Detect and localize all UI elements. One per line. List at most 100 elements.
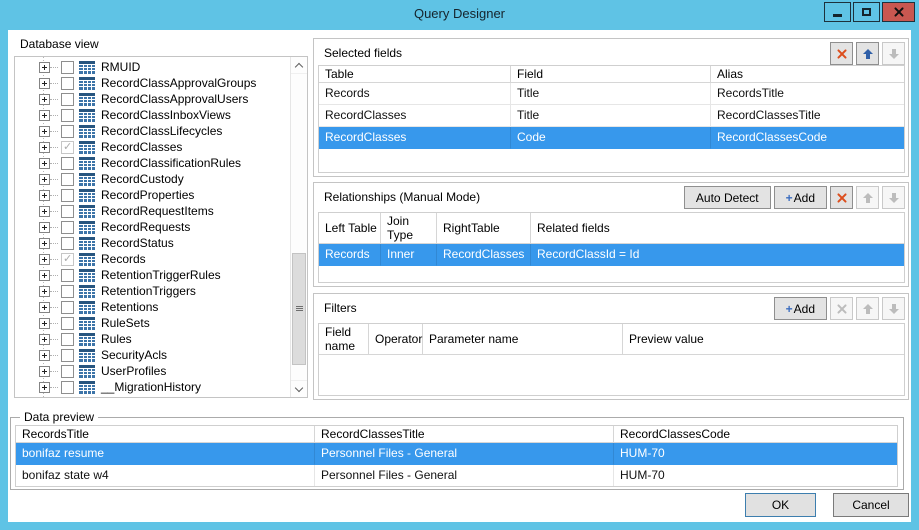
expand-icon[interactable]: [39, 110, 50, 121]
table-checkbox[interactable]: [61, 285, 74, 298]
database-table-item[interactable]: RecordClassApprovalUsers: [15, 91, 290, 107]
table-checkbox[interactable]: [61, 269, 74, 282]
column-header-join-type[interactable]: Join Type: [381, 213, 437, 244]
expand-icon[interactable]: [39, 78, 50, 89]
scroll-thumb[interactable]: [292, 253, 306, 365]
database-table-item[interactable]: RecordClassApprovalGroups: [15, 75, 290, 91]
selected-field-row[interactable]: RecordClasses Code RecordClassesCode: [319, 127, 904, 149]
move-field-down-button[interactable]: [882, 42, 905, 65]
database-table-item[interactable]: SecurityAcls: [15, 347, 290, 363]
column-header-parameter-name[interactable]: Parameter name: [423, 324, 623, 355]
database-table-item[interactable]: RecordClasses: [15, 139, 290, 155]
database-table-item[interactable]: Records: [15, 251, 290, 267]
minimize-button[interactable]: [824, 2, 851, 22]
titlebar[interactable]: Query Designer: [0, 0, 919, 30]
delete-field-button[interactable]: [830, 42, 853, 65]
database-table-item[interactable]: RMUID: [15, 59, 290, 75]
delete-relationship-button[interactable]: [830, 186, 853, 209]
column-header-field-name[interactable]: Field name: [319, 324, 369, 355]
table-checkbox[interactable]: [61, 125, 74, 138]
column-header-preview-value[interactable]: Preview value: [623, 324, 904, 355]
database-table-item[interactable]: RetentionTriggerRules: [15, 267, 290, 283]
table-checkbox[interactable]: [61, 157, 74, 170]
table-checkbox[interactable]: [61, 221, 74, 234]
table-checkbox[interactable]: [61, 365, 74, 378]
selected-field-row[interactable]: Records Title RecordsTitle: [319, 83, 904, 105]
database-table-item[interactable]: Rules: [15, 331, 290, 347]
column-header-operator[interactable]: Operator: [369, 324, 423, 355]
database-table-item[interactable]: RecordClassificationRules: [15, 155, 290, 171]
add-relationship-button[interactable]: +Add: [774, 186, 827, 209]
table-checkbox[interactable]: [61, 173, 74, 186]
scroll-down-button[interactable]: [291, 380, 307, 397]
column-header-alias[interactable]: Alias: [711, 66, 904, 83]
add-filter-button[interactable]: +Add: [774, 297, 827, 320]
table-checkbox[interactable]: [61, 301, 74, 314]
table-checkbox[interactable]: [61, 397, 74, 398]
table-checkbox[interactable]: [61, 381, 74, 394]
move-relationship-down-button[interactable]: [882, 186, 905, 209]
move-field-up-button[interactable]: [856, 42, 879, 65]
database-table-item[interactable]: UserProfiles: [15, 363, 290, 379]
move-relationship-up-button[interactable]: [856, 186, 879, 209]
column-header-related-fields[interactable]: Related fields: [531, 213, 904, 244]
column-header-field[interactable]: Field: [511, 66, 711, 83]
table-checkbox[interactable]: [61, 77, 74, 90]
database-table-item[interactable]: RecordClassInboxViews: [15, 107, 290, 123]
column-header-table[interactable]: Table: [319, 66, 511, 83]
database-table-item[interactable]: RetentionTriggers: [15, 283, 290, 299]
expand-icon[interactable]: [39, 302, 50, 313]
database-table-item[interactable]: RecordRequests: [15, 219, 290, 235]
column-header-records-title[interactable]: RecordsTitle: [16, 426, 315, 443]
table-checkbox[interactable]: [61, 317, 74, 330]
expand-icon[interactable]: [39, 62, 50, 73]
database-table-item[interactable]: RecordClassLifecycles: [15, 123, 290, 139]
expand-icon[interactable]: [39, 222, 50, 233]
table-checkbox[interactable]: [61, 349, 74, 362]
expand-icon[interactable]: [39, 382, 50, 393]
table-checkbox[interactable]: [61, 237, 74, 250]
data-preview-row[interactable]: bonifaz resume Personnel Files - General…: [16, 443, 897, 465]
column-header-right-table[interactable]: RightTable: [437, 213, 531, 244]
expand-icon[interactable]: [39, 190, 50, 201]
column-header-record-classes-code[interactable]: RecordClassesCode: [614, 426, 897, 443]
move-filter-up-button[interactable]: [856, 297, 879, 320]
expand-icon[interactable]: [39, 206, 50, 217]
table-checkbox[interactable]: [61, 109, 74, 122]
expand-icon[interactable]: [39, 94, 50, 105]
relationship-row[interactable]: Records Inner RecordClasses RecordClassI…: [319, 244, 904, 266]
auto-detect-button[interactable]: Auto Detect: [684, 186, 771, 209]
tree-scrollbar[interactable]: [290, 57, 307, 397]
expand-icon[interactable]: [39, 238, 50, 249]
table-checkbox[interactable]: [61, 141, 74, 154]
expand-icon[interactable]: [39, 174, 50, 185]
selected-field-row[interactable]: RecordClasses Title RecordClassesTitle: [319, 105, 904, 127]
table-checkbox[interactable]: [61, 61, 74, 74]
expand-icon[interactable]: [39, 334, 50, 345]
expand-icon[interactable]: [39, 350, 50, 361]
table-checkbox[interactable]: [61, 253, 74, 266]
expand-icon[interactable]: [39, 126, 50, 137]
expand-icon[interactable]: [39, 254, 50, 265]
cancel-button[interactable]: Cancel: [833, 493, 909, 517]
scroll-up-button[interactable]: [291, 57, 307, 74]
database-table-item[interactable]: RuleSets: [15, 315, 290, 331]
expand-icon[interactable]: [39, 158, 50, 169]
close-button[interactable]: [882, 2, 915, 22]
maximize-button[interactable]: [853, 2, 880, 22]
delete-filter-button[interactable]: [830, 297, 853, 320]
table-checkbox[interactable]: [61, 205, 74, 218]
database-table-item[interactable]: RecordCustody: [15, 171, 290, 187]
database-table-item[interactable]: RecordProperties: [15, 187, 290, 203]
expand-icon[interactable]: [39, 318, 50, 329]
ok-button[interactable]: OK: [745, 493, 816, 517]
data-preview-row[interactable]: bonifaz state w4 Personnel Files - Gener…: [16, 465, 897, 487]
column-header-record-classes-title[interactable]: RecordClassesTitle: [315, 426, 614, 443]
table-checkbox[interactable]: [61, 93, 74, 106]
table-checkbox[interactable]: [61, 189, 74, 202]
move-filter-down-button[interactable]: [882, 297, 905, 320]
expand-icon[interactable]: [39, 270, 50, 281]
expand-icon[interactable]: [39, 366, 50, 377]
table-checkbox[interactable]: [61, 333, 74, 346]
database-table-item[interactable]: __MigrationHistory: [15, 379, 290, 395]
